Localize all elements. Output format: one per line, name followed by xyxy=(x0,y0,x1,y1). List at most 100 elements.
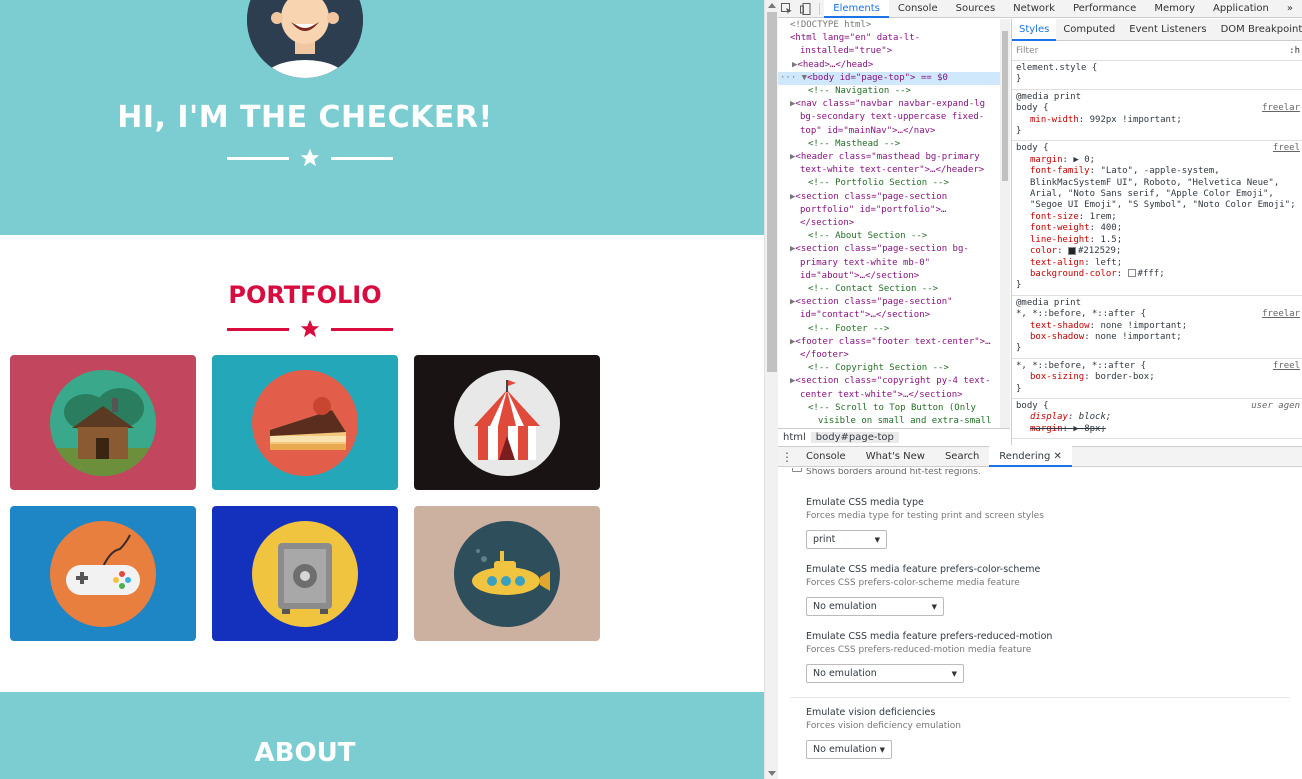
tree-node-html[interactable]: <html lang="en" data-lt-installed="true"… xyxy=(778,32,1000,58)
drawer-tab-rendering[interactable]: Rendering ✕ xyxy=(989,446,1072,467)
prefers-reduced-motion-setting: Emulate CSS media feature prefers-reduce… xyxy=(806,631,1052,683)
portfolio-item-cake[interactable] xyxy=(212,355,398,490)
tree-node-about-section[interactable]: ▶<section class="page-section bg-primary… xyxy=(778,243,1000,283)
css-property[interactable]: font-size: 1rem; xyxy=(1016,212,1298,223)
style-rule-element[interactable]: element.style { } xyxy=(1012,61,1302,90)
tree-node-body[interactable]: ··· ▼<body id="page-top"> == $0 xyxy=(778,71,1000,86)
css-property[interactable]: background-color: #fff; xyxy=(1016,269,1298,280)
scrollbar-thumb[interactable] xyxy=(767,12,777,372)
tree-node-copyright-section[interactable]: ▶<section class="copyright py-4 text-cen… xyxy=(778,375,1000,401)
tree-node-doctype[interactable]: <!DOCTYPE html> xyxy=(778,19,1000,32)
css-property[interactable]: min-width: 992px !important; xyxy=(1016,115,1298,126)
style-rule-print-body[interactable]: @media print body { freelar min-width: 9… xyxy=(1012,90,1302,142)
prefers-color-scheme-setting: Emulate CSS media feature prefers-color-… xyxy=(806,564,1040,616)
rule-selector: body { xyxy=(1016,103,1049,114)
media-type-select[interactable]: print ▼ xyxy=(806,530,887,549)
setting-label: Emulate vision deficiencies xyxy=(806,707,936,718)
prefers-reduced-motion-select[interactable]: No emulation ▼ xyxy=(806,664,964,683)
tree-node-footer[interactable]: ▶<footer class="footer text-center">…</f… xyxy=(778,336,1000,362)
portfolio-item-game-controller[interactable] xyxy=(10,506,196,641)
color-swatch[interactable] xyxy=(1067,246,1076,255)
hover-state-toggle[interactable]: :h xyxy=(1289,46,1300,56)
portfolio-item-submarine[interactable] xyxy=(414,506,600,641)
filter-placeholder: Filter xyxy=(1016,45,1039,56)
scroll-down-arrow-icon[interactable] xyxy=(768,771,776,776)
rule-source-link[interactable]: freelar xyxy=(1262,103,1300,114)
tab-performance[interactable]: Performance xyxy=(1064,0,1145,18)
tree-node-comment[interactable]: <!-- Portfolio Section --> xyxy=(778,177,1000,190)
css-property[interactable]: display: block; xyxy=(1016,412,1298,423)
rule-close: } xyxy=(1016,74,1022,85)
portfolio-item-safe[interactable] xyxy=(212,506,398,641)
tab-console[interactable]: Console xyxy=(889,0,947,18)
styles-filter-input[interactable]: Filter :h xyxy=(1012,41,1302,61)
css-property[interactable]: text-shadow: none !important; xyxy=(1016,321,1298,332)
style-rule-body[interactable]: body { freel margin: ▶ 0; font-family: "… xyxy=(1012,141,1302,296)
select-value: No emulation xyxy=(813,668,877,679)
vision-deficiency-select[interactable]: No emulation ▼ xyxy=(806,740,892,759)
tree-node-comment[interactable]: <!-- Scroll to Top Button (Only visible … xyxy=(778,402,1000,430)
css-property[interactable]: margin: ▶ 8px; xyxy=(1016,424,1298,435)
css-property[interactable]: font-weight: 400; xyxy=(1016,223,1298,234)
inspect-element-icon[interactable] xyxy=(778,0,797,18)
tab-styles[interactable]: Styles xyxy=(1012,19,1057,41)
tree-node-contact-section[interactable]: ▶<section class="page-section" id="conta… xyxy=(778,296,1000,322)
tree-node-header[interactable]: ▶<header class="masthead bg-primary text… xyxy=(778,151,1000,177)
scrollbar-thumb[interactable] xyxy=(1002,31,1008,181)
rule-source-link[interactable]: freel xyxy=(1273,143,1300,154)
scroll-up-arrow-icon[interactable] xyxy=(768,3,776,8)
styles-tab-bar: Styles Computed Event Listeners DOM Brea… xyxy=(1012,19,1302,41)
portfolio-item-circus[interactable] xyxy=(414,355,600,490)
css-property[interactable]: color: #212529; xyxy=(1016,246,1298,257)
tab-network[interactable]: Network xyxy=(1004,0,1064,18)
drawer-tab-whats-new[interactable]: What's New xyxy=(856,446,935,467)
more-tabs-icon[interactable]: » xyxy=(1278,0,1302,18)
style-rule-universal[interactable]: *, *::before, *::after { freel box-sizin… xyxy=(1012,359,1302,399)
tab-dom-breakpoints[interactable]: DOM Breakpoints xyxy=(1214,19,1302,41)
page-scrollbar[interactable] xyxy=(764,0,778,779)
style-rule-user-agent[interactable]: body { user agen display: block; margin:… xyxy=(1012,399,1302,440)
breadcrumb-item-body[interactable]: body#page-top xyxy=(810,431,899,443)
dropdown-caret-icon: ▼ xyxy=(874,535,880,544)
tab-computed[interactable]: Computed xyxy=(1056,19,1122,41)
color-swatch[interactable] xyxy=(1127,269,1136,278)
device-toolbar-icon[interactable] xyxy=(797,0,816,18)
vision-deficiency-setting: Emulate vision deficiencies Forces visio… xyxy=(806,707,961,759)
tab-event-listeners[interactable]: Event Listeners xyxy=(1122,19,1213,41)
drawer-menu-icon[interactable]: ⋮ xyxy=(778,450,796,464)
tree-node-comment[interactable]: <!-- Footer --> xyxy=(778,323,1000,336)
tree-node-comment[interactable]: <!-- Masthead --> xyxy=(778,138,1000,151)
css-property[interactable]: line-height: 1.5; xyxy=(1016,235,1298,246)
drawer-tab-console[interactable]: Console xyxy=(796,446,856,467)
rule-source-link[interactable]: freel xyxy=(1273,361,1300,372)
drawer-tab-search[interactable]: Search xyxy=(935,446,989,467)
rule-source-link[interactable]: freelar xyxy=(1262,309,1300,320)
css-property[interactable]: margin: ▶ 0; xyxy=(1016,155,1298,166)
tree-node-portfolio-section[interactable]: ▶<section class="page-section portfolio"… xyxy=(778,191,1000,231)
rendering-panel: Shows borders around hit-test regions. E… xyxy=(778,468,1302,779)
tree-node-comment[interactable]: <!-- Navigation --> xyxy=(778,85,1000,98)
css-property[interactable]: box-shadow: none !important; xyxy=(1016,332,1298,343)
elements-scrollbar[interactable] xyxy=(1000,19,1010,430)
hit-test-borders-checkbox[interactable] xyxy=(792,468,802,472)
tab-elements[interactable]: Elements xyxy=(824,0,889,18)
tab-memory[interactable]: Memory xyxy=(1145,0,1204,18)
cake-icon xyxy=(252,369,358,476)
style-rule-print-universal[interactable]: @media print *, *::before, *::after { fr… xyxy=(1012,296,1302,359)
tree-node-comment[interactable]: <!-- About Section --> xyxy=(778,230,1000,243)
prefers-color-scheme-select[interactable]: No emulation ▼ xyxy=(806,597,944,616)
breadcrumb-item-html[interactable]: html xyxy=(778,432,811,443)
tree-node-nav[interactable]: ▶<nav class="navbar navbar-expand-lg bg-… xyxy=(778,98,1000,138)
portfolio-item-cabin[interactable] xyxy=(10,355,196,490)
css-property[interactable]: font-family: "Lato", -apple-system, Blin… xyxy=(1016,166,1298,212)
tab-sources[interactable]: Sources xyxy=(947,0,1005,18)
tab-application[interactable]: Application xyxy=(1204,0,1278,18)
tree-node-comment[interactable]: <!-- Contact Section --> xyxy=(778,283,1000,296)
tree-node-comment[interactable]: <!-- Copyright Section --> xyxy=(778,362,1000,375)
css-property[interactable]: text-align: left; xyxy=(1016,258,1298,269)
cabin-icon xyxy=(50,369,156,476)
masthead-title: HI, I'M THE CHECKER! xyxy=(117,100,493,135)
divider-line xyxy=(227,156,289,160)
tree-node-head[interactable]: ▶<head>…</head> xyxy=(778,59,1000,72)
css-property[interactable]: box-sizing: border-box; xyxy=(1016,372,1298,383)
